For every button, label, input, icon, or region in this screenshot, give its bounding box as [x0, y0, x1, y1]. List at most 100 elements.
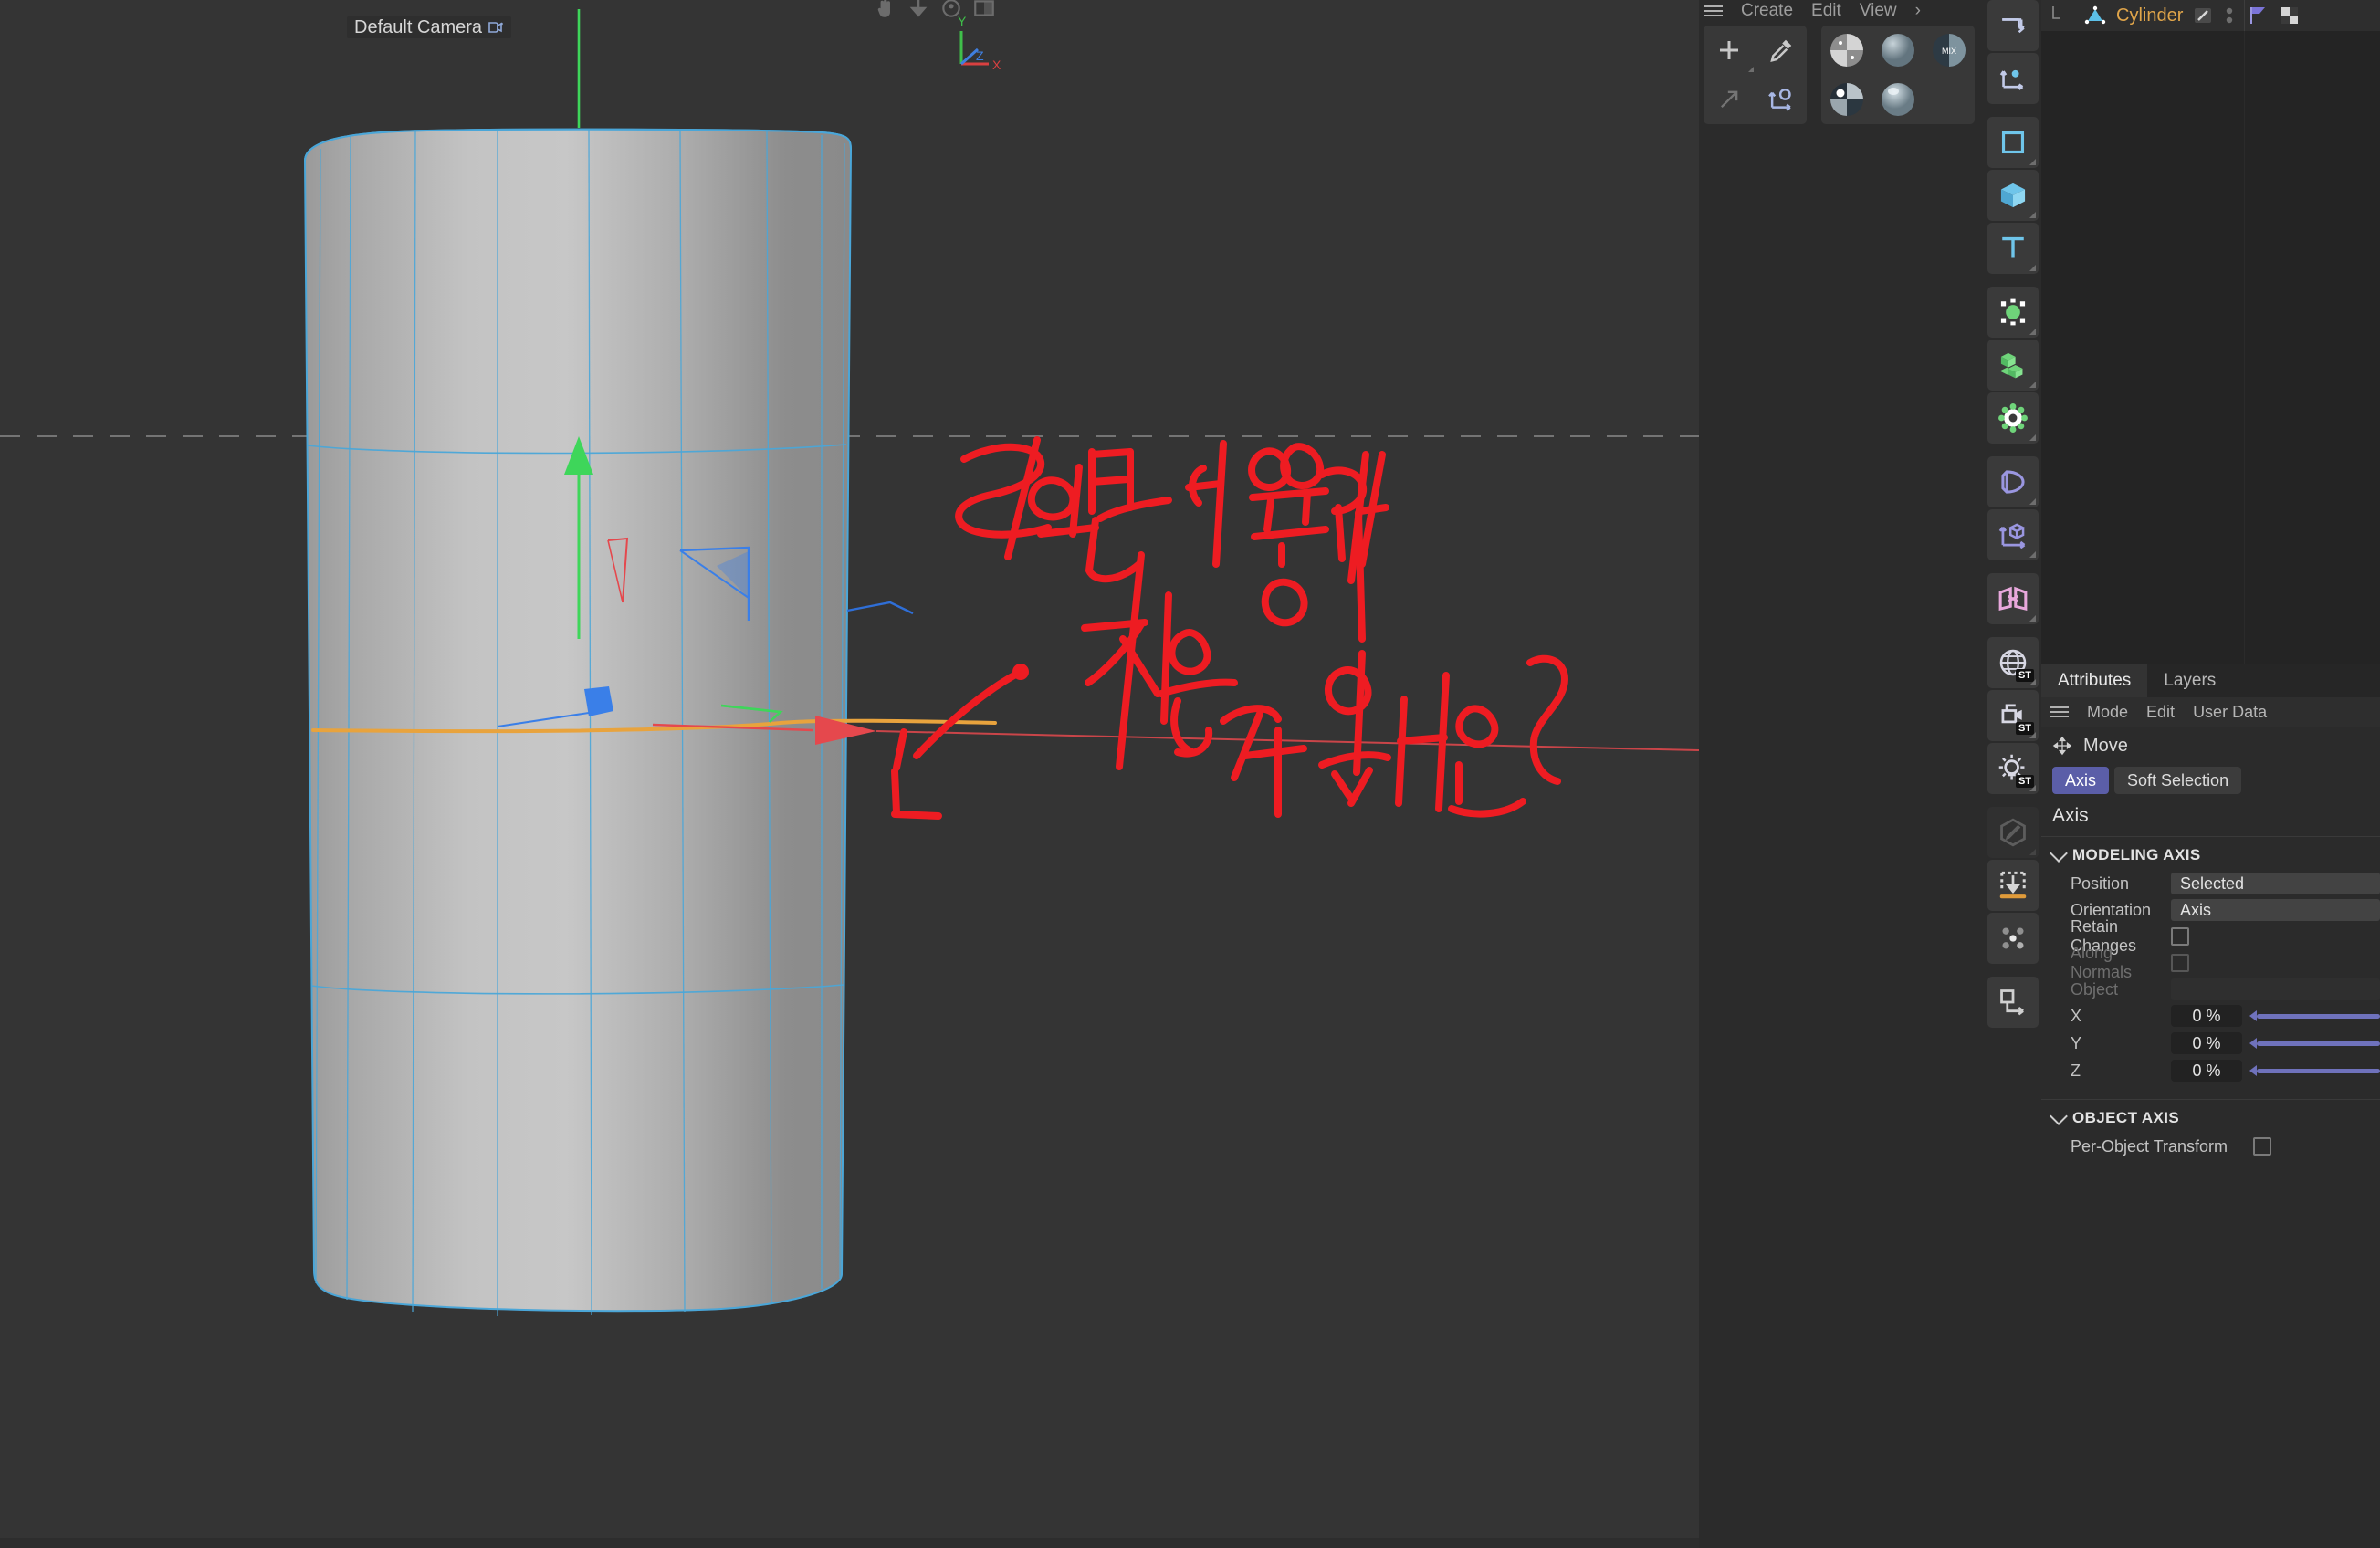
chevron-down-icon[interactable]: [2050, 843, 2068, 863]
segment-axis[interactable]: Axis: [2052, 767, 2110, 794]
menu-icon[interactable]: [1704, 3, 1723, 19]
menu-icon[interactable]: [2050, 704, 2069, 720]
tool-rail[interactable]: ST ST ST: [1985, 0, 2041, 1548]
move-tool-icon: [2052, 736, 2072, 756]
object-name[interactable]: Cylinder: [2116, 5, 2183, 26]
spline-rect-button[interactable]: [1987, 117, 2039, 168]
field-along-normals[interactable]: Along Normals: [2041, 944, 2380, 981]
orientation-dropdown[interactable]: Axis: [2171, 899, 2380, 921]
slider-x[interactable]: X 0 %: [2041, 1004, 2380, 1028]
material-swatch[interactable]: [1821, 75, 1872, 124]
text-tool-button[interactable]: [1987, 223, 2039, 274]
retain-changes-checkbox[interactable]: [2171, 927, 2189, 946]
object-manager-column-divider: [2244, 0, 2245, 31]
viewport-3d[interactable]: Default Camera Y X Z: [0, 0, 1699, 1548]
object-manager-row[interactable]: Cylinder: [2041, 5, 2236, 26]
attribute-segment-row[interactable]: Axis Soft Selection: [2041, 765, 2380, 794]
tab-attributes[interactable]: Attributes: [2041, 664, 2148, 697]
along-normals-checkbox[interactable]: [2171, 954, 2189, 972]
eyedropper-button[interactable]: [1756, 26, 1808, 74]
slider-knob[interactable]: [2249, 1038, 2257, 1049]
corner-marker: [2029, 434, 2036, 441]
scatter-points-button[interactable]: [1987, 913, 2039, 964]
cylinder-object-icon: [2084, 5, 2106, 25]
slider-x-track[interactable]: [2249, 1005, 2380, 1027]
chevron-down-icon[interactable]: [2050, 1106, 2068, 1125]
slider-y[interactable]: Y 0 %: [2041, 1031, 2380, 1055]
per-object-transform-checkbox[interactable]: [2253, 1137, 2271, 1156]
field-object[interactable]: Object: [2041, 978, 2380, 1001]
material-swatch[interactable]: MIX: [1924, 26, 1975, 75]
cube-primitive-icon: [2000, 183, 2026, 208]
gear-generator-button[interactable]: [1987, 392, 2039, 444]
slider-x-value[interactable]: 0 %: [2171, 1005, 2242, 1027]
segment-soft-selection[interactable]: Soft Selection: [2114, 767, 2242, 794]
menu-item-edit[interactable]: Edit: [2146, 703, 2175, 722]
menu-item-user-data[interactable]: User Data: [2193, 703, 2267, 722]
field-label: Along Normals: [2071, 944, 2133, 981]
tab-layers[interactable]: Layers: [2147, 664, 2232, 697]
field-position[interactable]: Position Selected: [2041, 872, 2380, 895]
slider-y-value[interactable]: 0 %: [2171, 1032, 2242, 1054]
gray-sphere-material: [1882, 34, 1914, 67]
group-modeling-axis[interactable]: MODELING AXIS: [2041, 837, 2380, 872]
group-object-axis[interactable]: OBJECT AXIS: [2041, 1100, 2380, 1135]
drop-to-floor-button[interactable]: [1987, 860, 2039, 911]
symmetry-button[interactable]: [1987, 573, 2039, 624]
slider-z[interactable]: Z 0 %: [2041, 1059, 2380, 1083]
attributes-tabs[interactable]: Attributes Layers: [2041, 664, 2380, 697]
array-object-button[interactable]: [1987, 340, 2039, 391]
axis-rotate-button[interactable]: [1756, 74, 1808, 124]
attributes-menu-bar[interactable]: Mode Edit User Data: [2041, 697, 2380, 727]
axis-label-z: Z: [976, 48, 984, 63]
slider-z-value[interactable]: 0 %: [2171, 1060, 2242, 1082]
slider-z-track[interactable]: [2249, 1060, 2380, 1082]
connect-object-button[interactable]: [1987, 977, 2039, 1028]
phong-tag-icon[interactable]: [2192, 5, 2214, 26]
cube-primitive-button[interactable]: [1987, 170, 2039, 221]
rail-group: [1987, 807, 2039, 964]
dots-icon[interactable]: [2223, 5, 2236, 26]
object-menu-bar[interactable]: Create Edit View ›: [1699, 0, 1921, 22]
light-button[interactable]: ST: [1987, 743, 2039, 794]
menu-item-create[interactable]: Create: [1741, 1, 1793, 21]
menu-item-more[interactable]: ›: [1915, 1, 1921, 21]
layer-flag-icon[interactable]: [2249, 5, 2269, 26]
checker-tag-icon[interactable]: [2280, 5, 2300, 26]
menu-item-view[interactable]: View: [1860, 1, 1897, 21]
bend-deformer-button[interactable]: [1987, 456, 2039, 507]
corner-marker: [2029, 615, 2036, 622]
axis-center-button[interactable]: [1987, 53, 2039, 104]
globe-environment-button[interactable]: ST: [1987, 637, 2039, 688]
new-material-button[interactable]: [1704, 26, 1756, 74]
field-per-object-transform[interactable]: Per-Object Transform: [2041, 1135, 2380, 1158]
viewport-camera-label[interactable]: Default Camera: [347, 16, 512, 38]
slider-knob[interactable]: [2249, 1065, 2257, 1076]
object-manager-body[interactable]: [2041, 31, 2380, 664]
pan-hand-icon[interactable]: [874, 0, 897, 20]
axis-cube-button[interactable]: [1987, 509, 2039, 560]
slider-y-track[interactable]: [2249, 1032, 2380, 1054]
slider-knob[interactable]: [2249, 1010, 2257, 1021]
corner-marker: [2029, 265, 2036, 271]
object-layer-icons[interactable]: [2236, 5, 2300, 26]
camera-stage-button[interactable]: ST: [1987, 690, 2039, 741]
move-down-icon[interactable]: [907, 0, 930, 20]
field-label: Object: [2071, 979, 2119, 999]
arrow-up-right-button[interactable]: [1704, 74, 1756, 124]
material-swatch[interactable]: [1872, 75, 1924, 124]
symmetry-icon: [1998, 586, 2028, 612]
material-swatch[interactable]: [1872, 26, 1924, 75]
menu-item-mode[interactable]: Mode: [2087, 703, 2128, 722]
menu-item-edit[interactable]: Edit: [1811, 1, 1841, 21]
make-editable-button[interactable]: [1987, 0, 2039, 51]
object-link-field[interactable]: [2171, 978, 2380, 1000]
rail-group: [1987, 287, 2039, 444]
rail-group: [1987, 117, 2039, 274]
paint-edit-button[interactable]: [1987, 807, 2039, 858]
material-tool-group[interactable]: [1704, 26, 1807, 124]
position-dropdown[interactable]: Selected: [2171, 873, 2380, 894]
material-swatch[interactable]: [1821, 26, 1872, 75]
null-object-button[interactable]: [1987, 287, 2039, 338]
material-swatch-grid[interactable]: MIX: [1821, 26, 1975, 124]
